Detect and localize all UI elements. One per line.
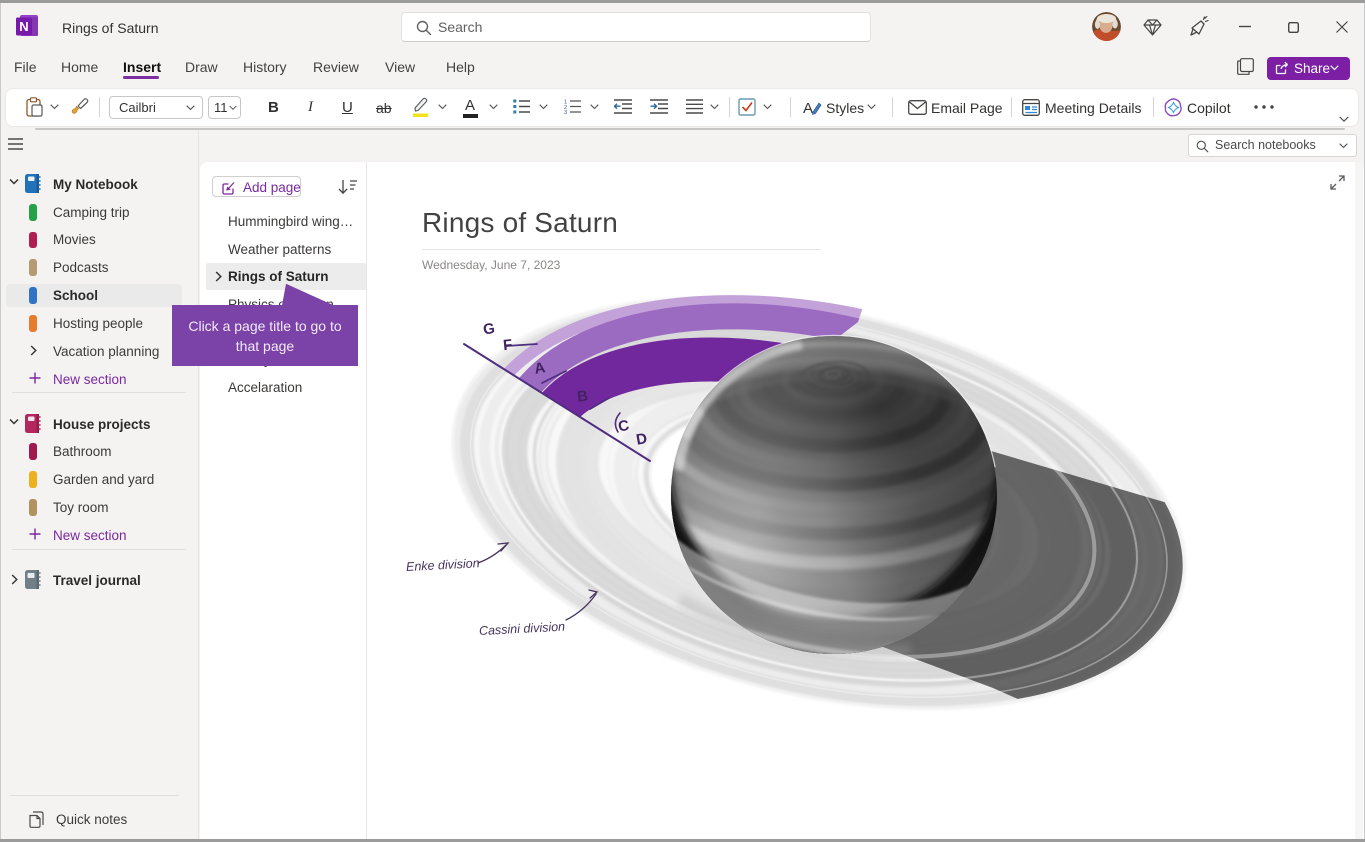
svg-text:3: 3	[564, 110, 567, 114]
svg-text:N: N	[19, 19, 28, 34]
svg-text:G: G	[482, 320, 496, 338]
svg-text:A: A	[803, 100, 813, 117]
svg-text:F: F	[502, 336, 513, 354]
